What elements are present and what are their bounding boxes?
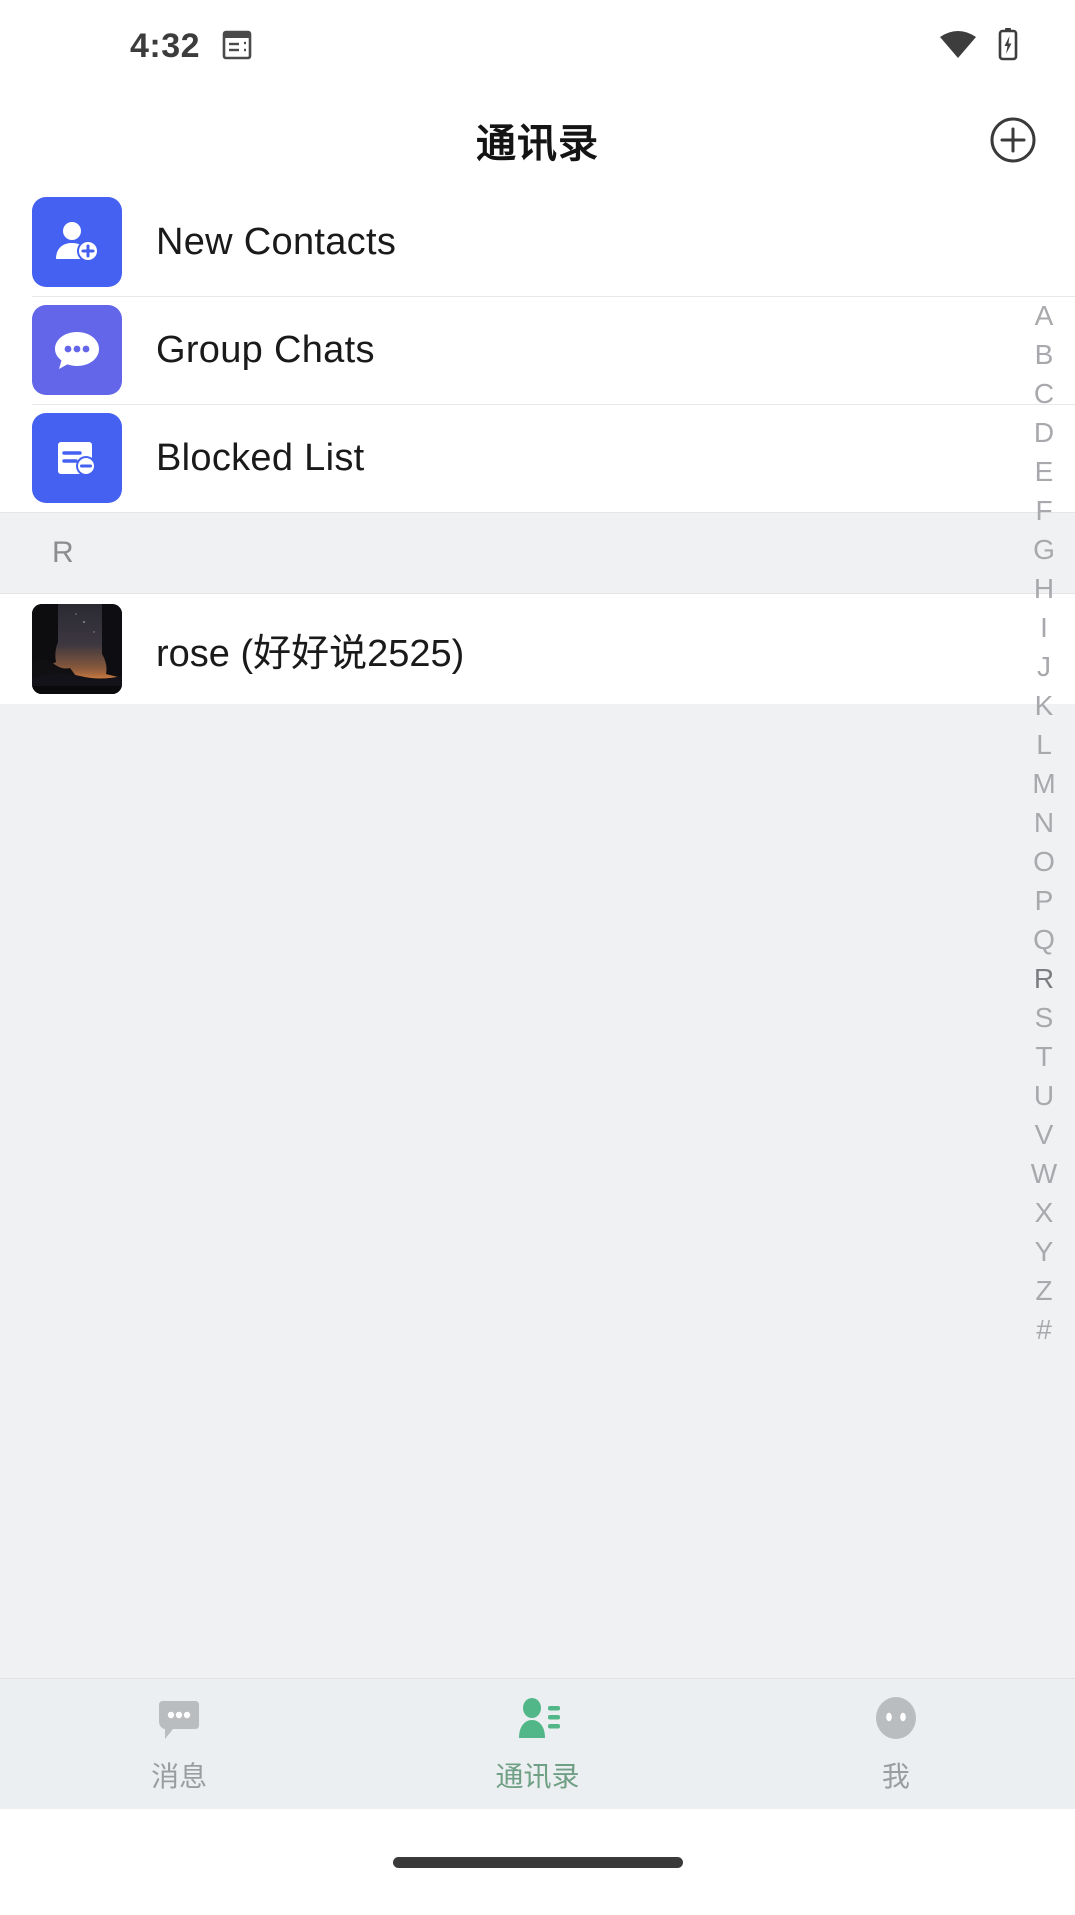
tab-label: 通讯录 xyxy=(495,1755,579,1795)
index-letter[interactable]: E xyxy=(1013,452,1075,491)
status-bar: 4:32 xyxy=(0,0,1075,92)
feature-row-blocked-list[interactable]: Blocked List xyxy=(0,404,1075,512)
index-letter[interactable]: D xyxy=(1013,413,1075,452)
contact-name: rose (好好说2525) xyxy=(156,622,464,677)
index-letter[interactable]: T xyxy=(1013,1037,1075,1076)
add-button[interactable] xyxy=(985,112,1041,168)
feature-row-new-contacts[interactable]: New Contacts xyxy=(0,188,1075,296)
index-letter[interactable]: C xyxy=(1013,374,1075,413)
index-letter[interactable]: O xyxy=(1013,842,1075,881)
index-letter[interactable]: U xyxy=(1013,1076,1075,1115)
index-letter[interactable]: Z xyxy=(1013,1271,1075,1310)
tab-label: 消息 xyxy=(151,1755,207,1795)
feature-label: Group Chats xyxy=(156,329,375,372)
index-letter[interactable]: F xyxy=(1013,491,1075,530)
index-letter[interactable]: P xyxy=(1013,881,1075,920)
list-empty-area xyxy=(0,676,1075,1709)
feature-row-group-chats[interactable]: Group Chats xyxy=(0,296,1075,404)
wifi-icon xyxy=(938,28,978,65)
home-indicator-area xyxy=(0,1809,1075,1915)
index-letter[interactable]: Q xyxy=(1013,920,1075,959)
status-bar-right xyxy=(938,27,1020,66)
tab-messages[interactable]: 消息 xyxy=(0,1679,358,1809)
phone-screen: 4:32 xyxy=(0,0,1075,1915)
tab-label: 我 xyxy=(882,1755,910,1795)
status-bar-left: 4:32 xyxy=(130,27,252,66)
index-letter[interactable]: N xyxy=(1013,803,1075,842)
profile-face-icon xyxy=(870,1693,922,1745)
contacts-list: New Contacts Group Chats xyxy=(0,188,1075,704)
index-letter[interactable]: V xyxy=(1013,1115,1075,1154)
alphabet-index[interactable]: A B C D E F G H I J K L M N O P Q R S T … xyxy=(1013,296,1075,1349)
page-header: 通讯录 xyxy=(0,92,1075,188)
feature-label: Blocked List xyxy=(156,437,364,480)
page-title: 通讯录 xyxy=(476,111,599,169)
index-letter[interactable]: H xyxy=(1013,569,1075,608)
tab-profile[interactable]: 我 xyxy=(717,1679,1075,1809)
index-letter[interactable]: I xyxy=(1013,608,1075,647)
index-letter[interactable]: X xyxy=(1013,1193,1075,1232)
index-letter[interactable]: W xyxy=(1013,1154,1075,1193)
chat-bubble-icon xyxy=(32,305,122,395)
avatar xyxy=(32,604,122,694)
notes-icon xyxy=(222,28,252,65)
index-letter[interactable]: J xyxy=(1013,647,1075,686)
index-letter[interactable]: S xyxy=(1013,998,1075,1037)
section-header-r: R xyxy=(0,512,1075,594)
feature-label: New Contacts xyxy=(156,221,396,264)
index-letter[interactable]: M xyxy=(1013,764,1075,803)
battery-charging-icon xyxy=(996,27,1020,66)
message-bubble-icon xyxy=(153,1693,205,1745)
bottom-tab-bar: 消息 通讯录 我 xyxy=(0,1678,1075,1809)
index-letter[interactable]: L xyxy=(1013,725,1075,764)
status-time: 4:32 xyxy=(130,27,200,66)
index-letter[interactable]: # xyxy=(1013,1310,1075,1349)
index-letter-active[interactable]: R xyxy=(1013,959,1075,998)
home-indicator[interactable] xyxy=(393,1857,683,1868)
index-letter[interactable]: K xyxy=(1013,686,1075,725)
contact-row[interactable]: rose (好好说2525) xyxy=(0,594,1075,704)
index-letter[interactable]: B xyxy=(1013,335,1075,374)
add-person-icon xyxy=(32,197,122,287)
index-letter[interactable]: Y xyxy=(1013,1232,1075,1271)
contacts-person-icon xyxy=(511,1693,563,1745)
index-letter[interactable]: G xyxy=(1013,530,1075,569)
plus-circle-icon xyxy=(988,115,1038,165)
index-letter[interactable]: A xyxy=(1013,296,1075,335)
tab-contacts[interactable]: 通讯录 xyxy=(358,1679,716,1809)
blocked-card-icon xyxy=(32,413,122,503)
